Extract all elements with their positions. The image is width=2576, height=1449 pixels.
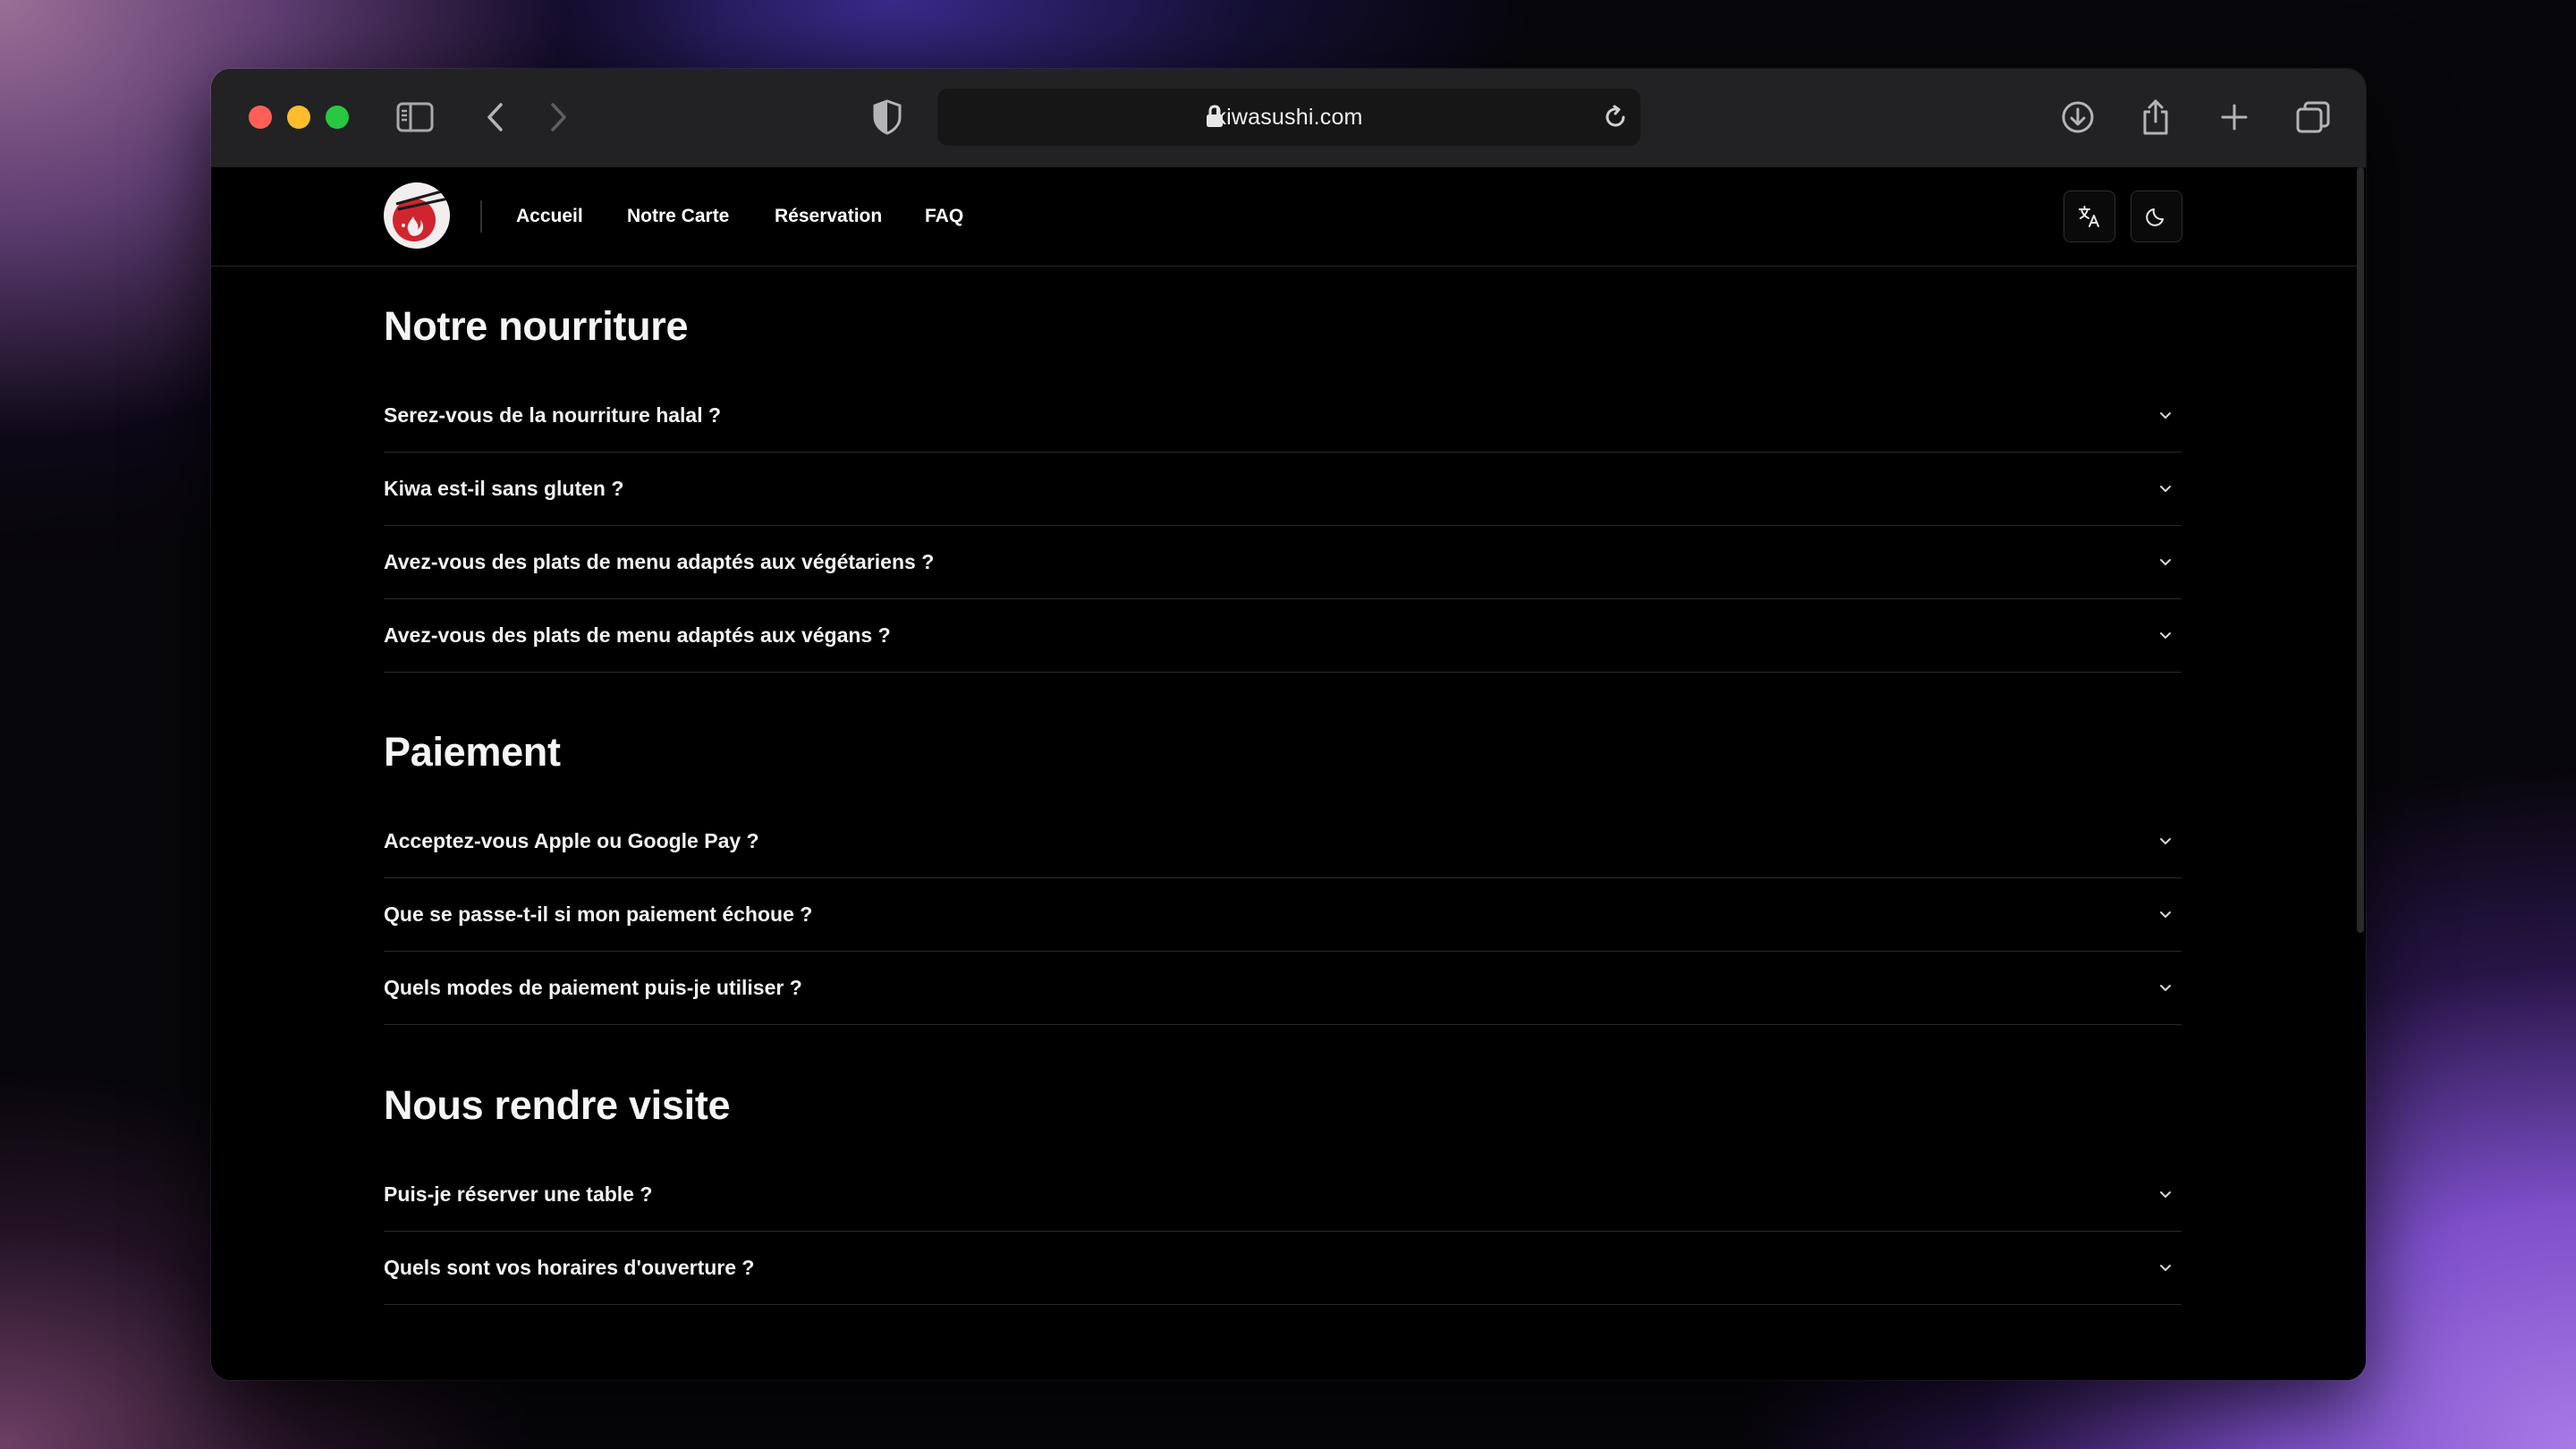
faq-item[interactable]: Kiwa est-il sans gluten ? [384, 452, 2182, 526]
nav-link-notre-carte[interactable]: Notre Carte [627, 203, 729, 230]
faq-question[interactable]: Serez-vous de la nourriture halal ? [384, 378, 721, 452]
section-title-food: Notre nourriture [384, 303, 689, 349]
dark-mode-toggle-button[interactable] [2131, 191, 2182, 242]
faq-question[interactable]: Puis-je réserver une table ? [384, 1157, 652, 1231]
faq-question[interactable]: Kiwa est-il sans gluten ? [384, 452, 623, 525]
faq-question[interactable]: Acceptez-vous Apple ou Google Pay ? [384, 804, 759, 877]
downloads-icon[interactable] [2056, 96, 2099, 139]
address-bar-url[interactable]: kiwasushi.com [937, 89, 1640, 146]
chevron-down-icon[interactable] [2157, 479, 2174, 497]
moon-icon [2146, 208, 2164, 226]
share-icon[interactable] [2134, 96, 2177, 139]
maximize-window-button[interactable] [326, 106, 349, 129]
browser-window: kiwasushi.com Accueil Notre Carte Réserv… [211, 69, 2366, 1380]
address-bar[interactable]: kiwasushi.com [937, 89, 1640, 146]
minimize-window-button[interactable] [287, 106, 310, 129]
faq-question[interactable]: Quels modes de paiement puis-je utiliser… [384, 951, 802, 1024]
kiwa-logo[interactable] [384, 182, 450, 249]
new-tab-icon[interactable] [2213, 96, 2256, 139]
faq-item[interactable]: Puis-je réserver une table ? [384, 1157, 2182, 1232]
faq-item[interactable]: Acceptez-vous Apple ou Google Pay ? [384, 804, 2182, 878]
section-title-visit: Nous rendre visite [384, 1082, 731, 1128]
close-window-button[interactable] [249, 106, 272, 129]
faq-question[interactable]: Que se passe-t-il si mon paiement échoue… [384, 877, 812, 951]
web-page: Accueil Notre Carte Réservation FAQ Notr… [211, 167, 2358, 1380]
reload-icon[interactable] [1599, 101, 1631, 133]
privacy-shield-icon[interactable] [866, 96, 909, 139]
faq-item[interactable]: Serez-vous de la nourriture halal ? [384, 378, 2182, 453]
nav-link-accueil[interactable]: Accueil [516, 203, 583, 230]
faq-item[interactable]: Quels sont vos horaires d'ouverture ? [384, 1231, 2182, 1305]
lock-icon [1206, 105, 1224, 132]
chevron-down-icon[interactable] [2157, 406, 2174, 424]
nav-link-reservation[interactable]: Réservation [775, 203, 882, 230]
faq-item[interactable]: Avez-vous des plats de menu adaptés aux … [384, 525, 2182, 599]
sidebar-toggle-icon[interactable] [394, 96, 436, 139]
chevron-down-icon[interactable] [2157, 905, 2174, 923]
chevron-down-icon[interactable] [2157, 1185, 2174, 1203]
translate-icon [2079, 206, 2099, 227]
back-icon[interactable] [474, 96, 517, 139]
section-title-payment: Paiement [384, 729, 561, 775]
chevron-down-icon[interactable] [2157, 832, 2174, 850]
page-scrollbar[interactable] [2357, 167, 2364, 933]
faq-question[interactable]: Quels sont vos horaires d'ouverture ? [384, 1231, 754, 1304]
faq-item[interactable]: Que se passe-t-il si mon paiement échoue… [384, 877, 2182, 952]
faq-question[interactable]: Avez-vous des plats de menu adaptés aux … [384, 598, 891, 672]
faq-item[interactable]: Quels modes de paiement puis-je utiliser… [384, 951, 2182, 1025]
nav-link-faq[interactable]: FAQ [925, 203, 963, 230]
nav-divider [480, 200, 482, 233]
forward-icon[interactable] [537, 96, 580, 139]
chevron-down-icon[interactable] [2157, 1258, 2174, 1276]
site-header: Accueil Notre Carte Réservation FAQ [211, 167, 2358, 267]
faq-question[interactable]: Avez-vous des plats de menu adaptés aux … [384, 525, 934, 598]
browser-toolbar: kiwasushi.com [211, 69, 2366, 168]
faq-item[interactable]: Avez-vous des plats de menu adaptés aux … [384, 598, 2182, 673]
chevron-down-icon[interactable] [2157, 979, 2174, 996]
tab-overview-icon[interactable] [2292, 96, 2334, 139]
language-button[interactable] [2063, 191, 2115, 242]
chevron-down-icon[interactable] [2157, 553, 2174, 571]
chevron-down-icon[interactable] [2157, 626, 2174, 644]
